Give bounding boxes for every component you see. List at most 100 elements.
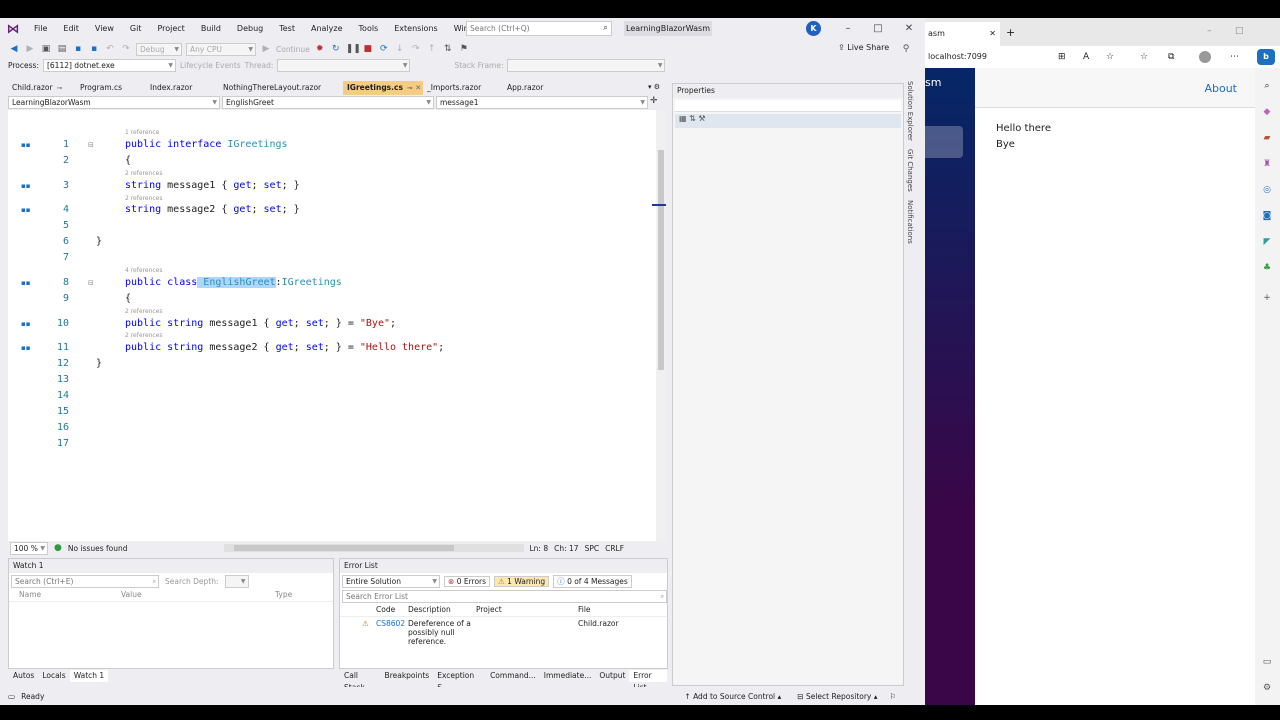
horizontal-scrollbar[interactable] xyxy=(223,544,524,552)
diagnostics-icon[interactable]: ⇅ xyxy=(442,43,454,55)
project-dropdown[interactable]: LearningBlazorWasm ▼ xyxy=(8,96,220,109)
feedback-icon[interactable]: ⚲ xyxy=(900,43,912,55)
stop-icon[interactable]: ■ xyxy=(362,43,374,55)
column-header[interactable]: Value xyxy=(121,590,275,601)
column-header[interactable]: File xyxy=(578,605,591,616)
tab-program-cs[interactable]: Program.cs xyxy=(76,81,146,95)
lifecycle-events[interactable]: Lifecycle Events xyxy=(180,61,241,70)
close-tab-icon[interactable]: ✕ xyxy=(989,22,996,46)
spacing-indicator[interactable]: SPC xyxy=(585,544,600,553)
messages-filter[interactable]: ⓘ 0 of 4 Messages xyxy=(553,575,632,588)
properties-object-dropdown[interactable] xyxy=(675,100,901,112)
platform-dropdown[interactable]: Any CPU ▼ xyxy=(186,42,256,56)
table-row[interactable]: ⚠ CS8602 Dereference of a possibly null … xyxy=(340,619,667,646)
menu-debug[interactable]: Debug xyxy=(229,18,271,40)
split-icon[interactable]: ✛ xyxy=(650,96,658,109)
collapse-icon[interactable]: ⊟ xyxy=(88,275,94,291)
outlook-icon[interactable]: ◙ xyxy=(1261,210,1273,222)
codelens[interactable]: 1 reference xyxy=(125,129,159,136)
tab-call-stack[interactable]: Call Stack xyxy=(340,670,381,692)
thread-dropdown[interactable]: ▼ xyxy=(277,58,411,72)
tab-nothingthere-layout[interactable]: NothingThereLayout.razor xyxy=(219,81,343,95)
new-project-icon[interactable]: ▣ xyxy=(40,43,52,55)
wrench-icon[interactable]: ⚒ xyxy=(698,114,705,123)
tools-icon[interactable]: ▰ xyxy=(1261,132,1273,144)
read-aloud-icon[interactable]: A xyxy=(1083,46,1089,68)
tab-watch-1[interactable]: Watch 1 xyxy=(69,670,109,682)
search-input[interactable]: Search (Ctrl+Q) ⌕ xyxy=(466,21,612,36)
categorized-icon[interactable]: ▦ xyxy=(679,114,687,123)
notifications-icon[interactable]: ⚐ xyxy=(890,692,897,701)
avatar[interactable]: K xyxy=(806,21,821,36)
hot-reload-icon[interactable]: ✹ xyxy=(314,43,326,55)
tab-notifications[interactable]: Notifications xyxy=(906,200,914,244)
column-header[interactable]: Description xyxy=(408,605,476,616)
column-header[interactable]: Code xyxy=(376,605,408,616)
more-icon[interactable]: ⋯ xyxy=(1230,46,1239,68)
step-out-icon[interactable]: ↑ xyxy=(426,43,438,55)
maximize-icon[interactable]: □ xyxy=(870,21,886,36)
reference-marker-icon[interactable]: ▪▪ xyxy=(21,275,31,291)
stack-frame-dropdown[interactable]: ▼ xyxy=(507,58,666,72)
tab-child-razor[interactable]: Child.razor ⊸ xyxy=(8,81,76,95)
line-indicator[interactable]: Ln: 8 xyxy=(530,544,549,553)
tab-output[interactable]: Output xyxy=(595,670,629,682)
sidebar-toggle-icon[interactable]: ▭ xyxy=(1261,656,1273,668)
reference-marker-icon[interactable]: ▪▪ xyxy=(21,340,31,356)
url-input[interactable]: localhost:7099 xyxy=(928,52,987,61)
watch-search-input[interactable]: Search (Ctrl+E) ⌕ xyxy=(11,575,159,588)
save-all-icon[interactable]: ▪ xyxy=(88,43,100,55)
errors-filter[interactable]: ⊗ 0 Errors xyxy=(444,576,491,587)
step-into-icon[interactable]: ↓ xyxy=(394,43,406,55)
continue-button[interactable]: Continue xyxy=(276,45,310,54)
save-icon[interactable]: ▪ xyxy=(72,43,84,55)
tab-imports-razor[interactable]: _Imports.razor xyxy=(423,81,503,95)
about-link[interactable]: About xyxy=(1204,82,1237,95)
menu-analyze[interactable]: Analyze xyxy=(303,18,351,40)
codelens[interactable]: 4 references xyxy=(125,267,163,274)
warnings-filter[interactable]: ⚠ 1 Warning xyxy=(494,576,550,587)
type-dropdown[interactable]: EnglishGreet ▼ xyxy=(222,96,434,109)
app-icon[interactable]: ⊞ xyxy=(1058,46,1066,68)
tab-git-changes[interactable]: Git Changes xyxy=(906,149,914,192)
add-to-source-control[interactable]: ↑ Add to Source Control ▴ xyxy=(684,692,781,701)
new-tab-icon[interactable]: + xyxy=(1006,26,1015,39)
refresh-icon[interactable]: ⟳ xyxy=(378,43,390,55)
config-dropdown[interactable]: Debug ▼ xyxy=(136,42,182,56)
bing-icon[interactable]: b xyxy=(1257,49,1275,65)
issues-status[interactable]: No issues found xyxy=(68,544,128,553)
codelens[interactable]: 2 references xyxy=(125,308,163,315)
nav-item-active[interactable] xyxy=(925,126,963,158)
column-header[interactable]: Project xyxy=(476,605,578,616)
tab-locals[interactable]: Locals xyxy=(38,670,69,682)
search-icon[interactable]: ⌕ xyxy=(1261,80,1273,92)
minimize-icon[interactable]: – xyxy=(1207,26,1212,36)
sort-icon[interactable]: ⇅ xyxy=(689,114,696,123)
browser-tab[interactable]: asm ✕ xyxy=(925,22,1000,46)
favorite-icon[interactable]: ☆ xyxy=(1106,46,1114,68)
error-search-input[interactable]: Search Error List ⌕ xyxy=(342,590,667,603)
reference-marker-icon[interactable]: ▪▪ xyxy=(21,202,31,218)
tab-igreetings-cs[interactable]: IGreetings.cs ⊸ ✕ xyxy=(343,81,423,95)
reference-marker-icon[interactable]: ▪▪ xyxy=(21,316,31,332)
break-all-icon[interactable]: ❚❚ xyxy=(346,43,361,55)
menu-test[interactable]: Test xyxy=(271,18,303,40)
codelens[interactable]: 2 references xyxy=(125,170,163,177)
code-editor[interactable]: 1 reference 2 references 2 references 4 … xyxy=(8,110,666,547)
menu-edit[interactable]: Edit xyxy=(55,18,87,40)
tab-app-razor[interactable]: App.razor xyxy=(503,81,583,95)
play-icon[interactable]: ▶ xyxy=(260,43,272,55)
menu-file[interactable]: File xyxy=(26,18,55,40)
collapse-icon[interactable]: ⊟ xyxy=(88,137,94,153)
menu-build[interactable]: Build xyxy=(193,18,229,40)
bookmark-icon[interactable]: ⚑ xyxy=(458,43,470,55)
select-repository[interactable]: ⊟ Select Repository ▴ xyxy=(797,692,877,701)
line-ending-indicator[interactable]: CRLF xyxy=(605,544,624,553)
tab-overflow-icon[interactable]: ▾ ⚙ xyxy=(648,83,660,91)
live-share-button[interactable]: ⇪ Live Share xyxy=(838,43,889,52)
close-icon[interactable]: ✕ xyxy=(901,21,917,36)
tab-index-razor[interactable]: Index.razor xyxy=(146,81,219,95)
process-dropdown[interactable]: [6112] dotnet.exe ▼ xyxy=(42,58,176,72)
tree-icon[interactable]: ♣ xyxy=(1261,262,1273,274)
favorites-icon[interactable]: ☆ xyxy=(1140,46,1148,68)
